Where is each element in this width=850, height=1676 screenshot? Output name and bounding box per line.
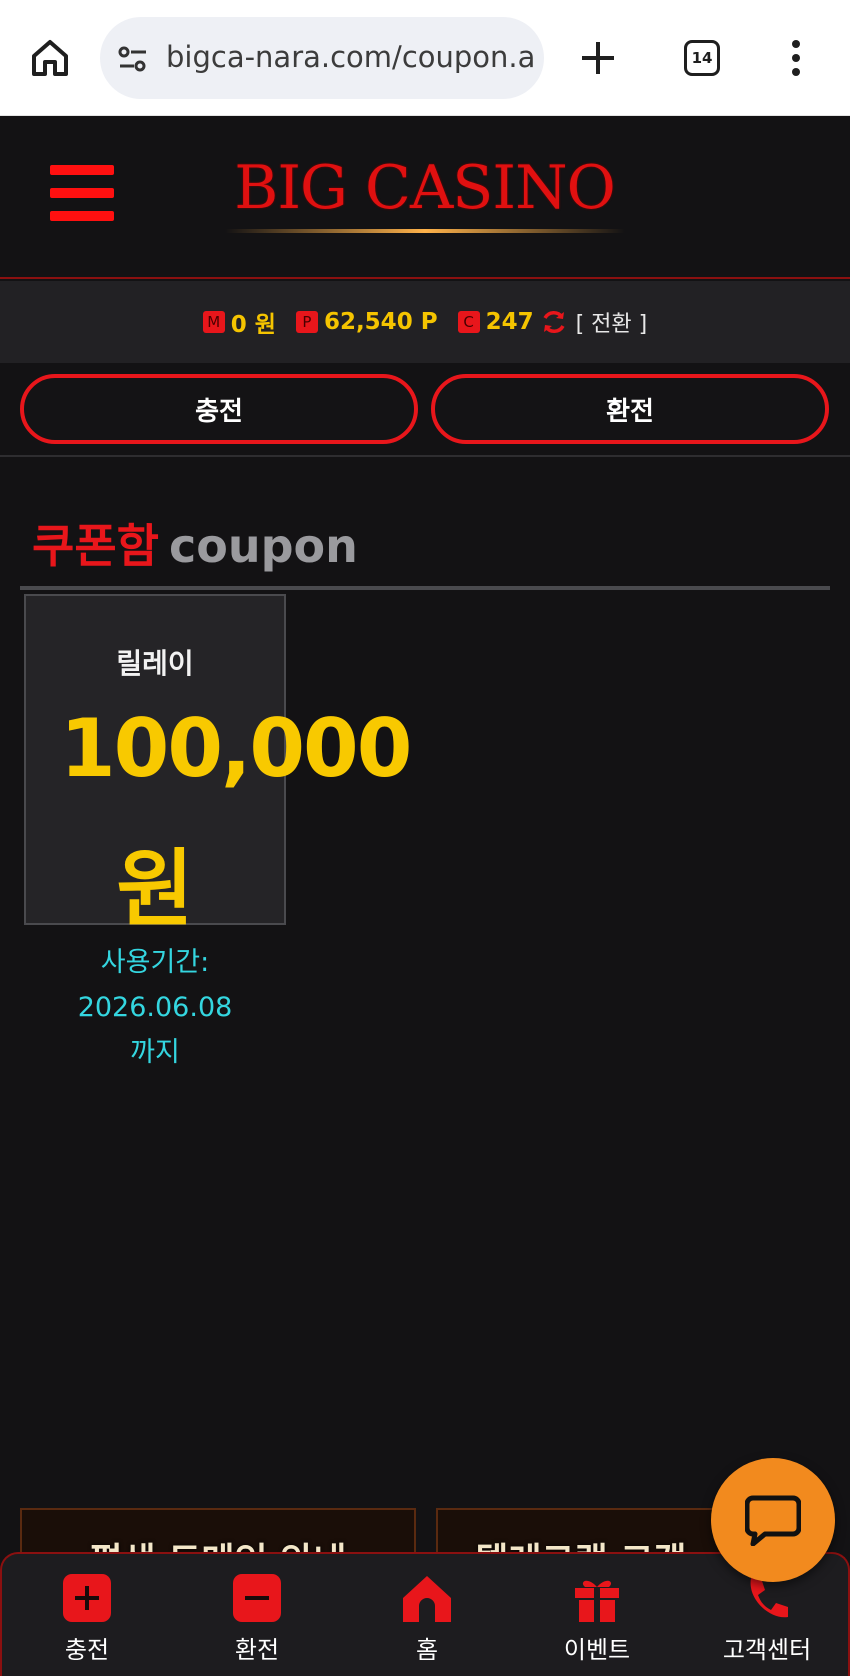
point-tag-icon: P — [295, 311, 318, 333]
nav-item-charge[interactable]: 충전 — [22, 1572, 152, 1665]
charge-button[interactable]: 충전 — [20, 374, 418, 444]
hamburger-menu-icon[interactable] — [50, 165, 114, 225]
more-menu-icon[interactable] — [786, 36, 806, 80]
tab-switcher-button[interactable]: 14 — [684, 40, 720, 76]
home-icon[interactable] — [28, 36, 72, 80]
page-title-en: coupon — [168, 519, 358, 573]
bottom-navigation: 충전 환전 홈 이벤트 고객센터 — [0, 1552, 850, 1676]
nav-item-customer-center[interactable]: 고객센터 — [702, 1572, 832, 1665]
url-text[interactable]: bigca-nara.com/coupon.as — [166, 40, 536, 74]
point-balance: P 62,540 P — [295, 309, 438, 335]
gift-icon — [575, 1580, 619, 1622]
nav-label: 홈 — [415, 1636, 439, 1664]
plus-box-icon — [63, 1574, 111, 1622]
promo-banner[interactable]: 평생 도메인 안내 — [20, 1508, 416, 1556]
balance-bar: M 0 원 P 62,540 P C 247 [ 전환 ] — [0, 281, 850, 363]
nav-item-home[interactable]: 홈 — [362, 1572, 492, 1665]
comp-balance: C 247 — [457, 309, 534, 335]
money-value: 0 원 — [230, 312, 276, 338]
chat-button[interactable] — [711, 1458, 835, 1582]
money-tag-icon: M — [202, 311, 225, 333]
point-value: 62,540 P — [323, 309, 438, 335]
comp-tag-icon: C — [457, 311, 480, 333]
coupon-period-label: 사용기간: — [100, 947, 210, 978]
minus-box-icon — [233, 1574, 281, 1622]
convert-link[interactable]: [ 전환 ] — [576, 306, 648, 338]
action-row: 충전 환전 — [0, 363, 850, 457]
site-settings-icon[interactable] — [116, 42, 150, 76]
exchange-button[interactable]: 환전 — [431, 374, 829, 444]
page-title-kr: 쿠폰함 — [32, 519, 159, 573]
site-logo[interactable]: BIG CASINO — [222, 153, 627, 223]
nav-label: 충전 — [64, 1636, 110, 1664]
coupon-period-suffix: 까지 — [130, 1037, 180, 1068]
coupon-amount: 100,000 — [60, 702, 412, 795]
comp-value: 247 — [485, 309, 534, 335]
logo-underline — [225, 229, 625, 233]
coupon-unit: 원 — [116, 840, 194, 938]
title-divider — [20, 586, 830, 590]
nav-item-exchange[interactable]: 환전 — [192, 1572, 322, 1665]
page-title: 쿠폰함 coupon — [32, 510, 358, 576]
home-icon — [403, 1576, 451, 1622]
new-tab-icon[interactable] — [578, 38, 618, 78]
coupon-period: 사용기간: 2026.06.08 까지 — [24, 940, 286, 1075]
browser-toolbar: bigca-nara.com/coupon.as 14 — [0, 0, 850, 116]
nav-item-event[interactable]: 이벤트 — [532, 1572, 662, 1665]
money-balance: M 0 원 — [202, 305, 276, 339]
coupon-name: 릴레이 — [116, 647, 194, 680]
site-header: BIG CASINO — [0, 117, 850, 279]
nav-label: 이벤트 — [563, 1636, 631, 1664]
nav-label: 고객센터 — [722, 1636, 812, 1664]
nav-label: 환전 — [234, 1636, 280, 1664]
refresh-icon[interactable] — [540, 308, 568, 336]
promo-banner[interactable]: 텔레그램 고객 — [436, 1508, 726, 1556]
chat-bubble-icon — [745, 1495, 801, 1546]
coupon-period-date: 2026.06.08 — [77, 992, 233, 1023]
